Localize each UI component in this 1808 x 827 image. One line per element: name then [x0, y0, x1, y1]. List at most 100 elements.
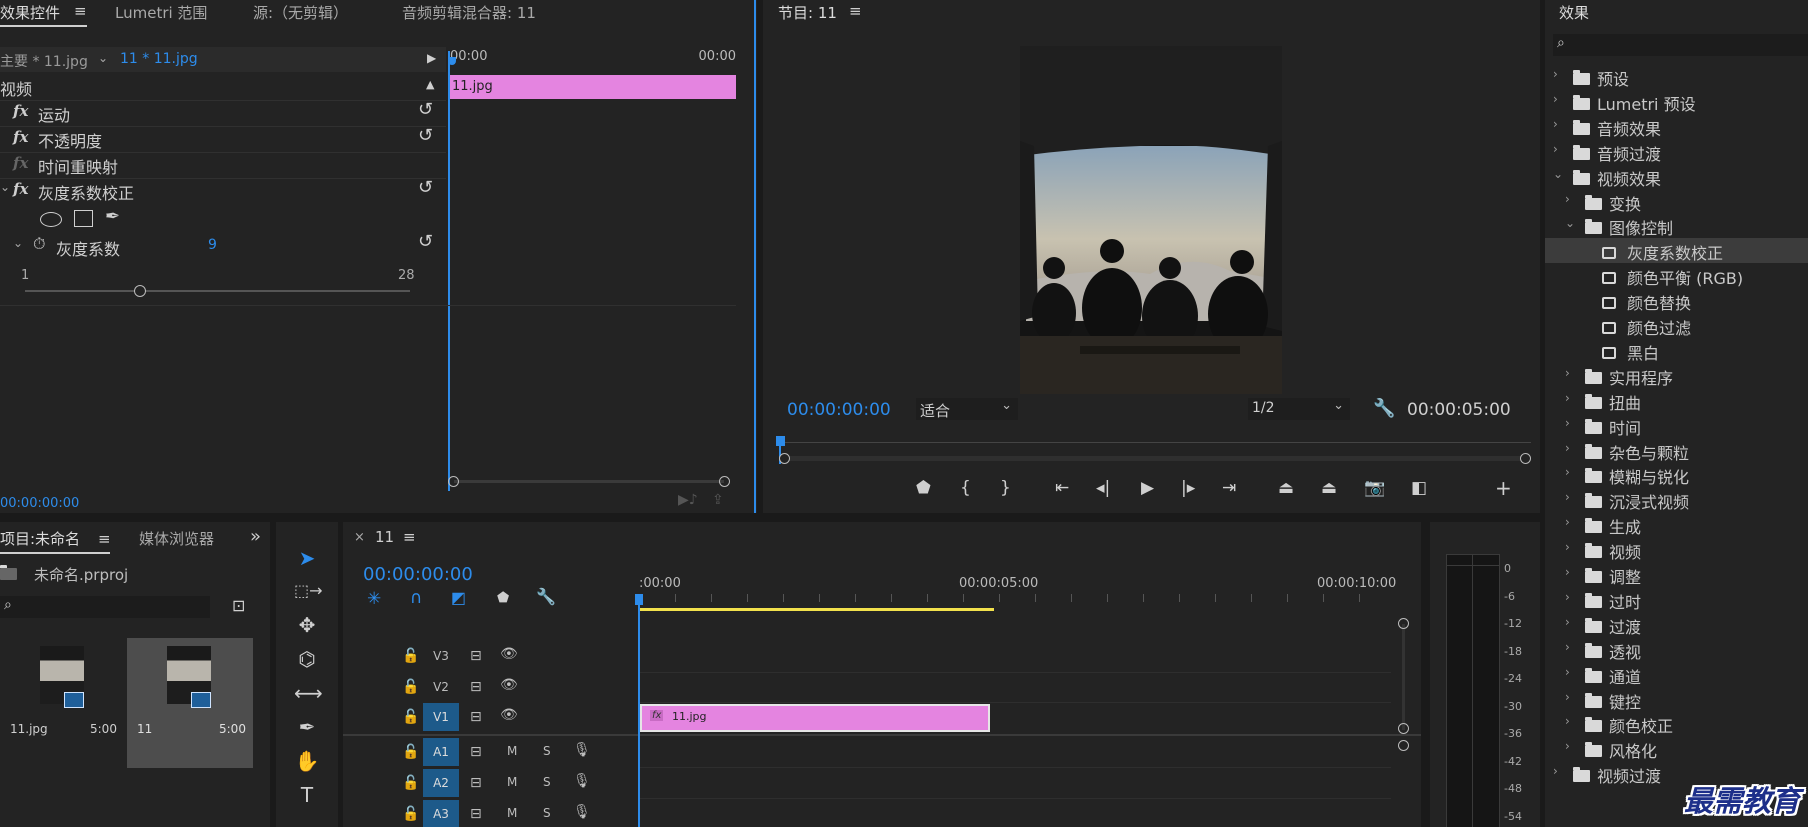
mute-button[interactable]: M	[507, 775, 517, 789]
chevron-right-icon[interactable]: ›	[1565, 441, 1570, 455]
effects-tree-item[interactable]: › 时间	[1545, 413, 1808, 438]
effect-gamma-correction[interactable]: 灰度系数校正	[38, 180, 134, 205]
project-search-input[interactable]: ⌕	[0, 596, 210, 618]
mute-button[interactable]: M	[507, 806, 517, 820]
fx-icon[interactable]: fx	[13, 128, 28, 146]
go-to-out-icon[interactable]: ⇥	[1222, 478, 1236, 498]
chevron-right-icon[interactable]: ›	[1565, 490, 1570, 504]
pen-mask-icon[interactable]: ✒	[105, 206, 120, 227]
track-v3[interactable]: V3	[423, 642, 459, 670]
selection-tool-icon[interactable]: ➤	[294, 545, 320, 571]
collapse-icon[interactable]: ▲	[426, 78, 434, 91]
nest-toggle-icon[interactable]: ✳	[367, 589, 381, 609]
ripple-edit-tool-icon[interactable]: ✥	[294, 612, 320, 638]
snap-magnet-icon[interactable]: ∩	[410, 588, 422, 608]
panel-menu-icon[interactable]: ≡	[403, 528, 416, 546]
panel-menu-icon[interactable]: ≡	[849, 2, 862, 20]
lock-icon[interactable]: 🔓	[402, 709, 419, 725]
effects-tree-item[interactable]: › 调整	[1545, 562, 1808, 587]
effects-tree-item[interactable]: 颜色替换	[1545, 288, 1808, 313]
gamma-slider-track[interactable]	[25, 290, 410, 292]
effects-tree-item[interactable]: › 实用程序	[1545, 363, 1808, 388]
sync-lock-icon[interactable]: ⊟	[470, 648, 482, 664]
solo-button[interactable]: S	[543, 775, 551, 789]
work-area-bar[interactable]	[639, 608, 994, 611]
track-select-tool-icon[interactable]: ⬚→	[294, 578, 323, 604]
effects-tree-item[interactable]: 灰度系数校正	[1545, 238, 1808, 264]
timeline-tab-title[interactable]: 11	[375, 528, 394, 546]
stopwatch-icon[interactable]: ⏱	[33, 234, 45, 254]
effects-tree-item[interactable]: › 视频	[1545, 537, 1808, 562]
effects-tree-item[interactable]: ⌄ 图像控制	[1545, 213, 1808, 238]
chevron-down-icon[interactable]: ⌄	[1553, 167, 1563, 181]
effects-tree-item[interactable]: 颜色平衡 (RGB)	[1545, 263, 1808, 288]
effect-time-remap[interactable]: 时间重映射	[38, 154, 118, 179]
track-v1[interactable]: V1	[423, 703, 459, 731]
tab-media-browser[interactable]: 媒体浏览器	[139, 528, 214, 549]
vertical-scrollbar[interactable]	[1398, 618, 1410, 827]
lift-icon[interactable]: ⏏	[1278, 478, 1294, 498]
solo-button[interactable]: S	[543, 744, 551, 758]
chevron-right-icon[interactable]: ›	[1565, 465, 1570, 479]
track-a1[interactable]: A1	[423, 738, 459, 766]
sequence-clip-label[interactable]: 11 * 11.jpg	[120, 51, 198, 67]
effects-tree-item[interactable]: › 杂色与颗粒	[1545, 438, 1808, 463]
param-gamma-value[interactable]: 9	[208, 237, 217, 253]
track-a3[interactable]: A3	[423, 800, 459, 827]
reset-icon[interactable]: ↺	[418, 231, 433, 252]
timeline-timecode[interactable]: 00:00:00:00	[363, 564, 473, 585]
chevron-right-icon[interactable]: ›	[1553, 764, 1558, 778]
add-button-icon[interactable]: +	[1495, 476, 1512, 500]
play-triangle-icon[interactable]: ▶	[427, 51, 436, 65]
resolution-dropdown[interactable]: 1/2 ⌄	[1248, 398, 1350, 420]
effects-tree-item[interactable]: › 透视	[1545, 637, 1808, 662]
microphone-icon[interactable]: 🎙	[573, 742, 591, 758]
chevron-right-icon[interactable]: ›	[1565, 690, 1570, 704]
pen-tool-icon[interactable]: ✒	[294, 714, 320, 740]
program-timecode[interactable]: 00:00:00:00	[787, 400, 891, 420]
panel-overflow-icon[interactable]: »	[250, 526, 261, 547]
horizontal-scrollbar[interactable]	[448, 476, 730, 487]
effects-tree-item[interactable]: › 音频过渡	[1545, 139, 1808, 164]
chevron-right-icon[interactable]: ›	[1565, 515, 1570, 529]
play-icon[interactable]: ▶	[1141, 478, 1154, 498]
wrench-icon[interactable]: 🔧	[536, 587, 556, 606]
effects-tree-item[interactable]: › 扭曲	[1545, 388, 1808, 413]
gamma-slider-handle[interactable]	[134, 285, 147, 297]
effects-tree-item[interactable]: › 过渡	[1545, 612, 1808, 637]
mute-button[interactable]: M	[507, 744, 517, 758]
timeline-playhead[interactable]	[638, 596, 640, 827]
extract-icon[interactable]: ⏏	[1321, 478, 1337, 498]
chevron-right-icon[interactable]: ›	[1565, 714, 1570, 728]
add-marker-icon[interactable]: ⬟	[497, 590, 509, 606]
project-item[interactable]: 11.jpg 5:00	[0, 638, 122, 758]
chevron-down-icon[interactable]: ⌄	[1565, 216, 1575, 230]
linked-selection-icon[interactable]: ◩	[451, 588, 466, 607]
tab-audio-clip-mixer[interactable]: 音频剪辑混合器: 11	[402, 2, 536, 23]
microphone-icon[interactable]: 🎙	[573, 773, 591, 789]
effects-tree-item[interactable]: › Lumetri 预设	[1545, 89, 1808, 114]
lock-icon[interactable]: 🔓	[402, 744, 419, 760]
chevron-right-icon[interactable]: ›	[1565, 565, 1570, 579]
effects-tree-item[interactable]: › 颜色校正	[1545, 711, 1808, 736]
effects-tree-item[interactable]: › 变换	[1545, 189, 1808, 214]
microphone-icon[interactable]: 🎙	[573, 804, 591, 820]
tab-effect-controls[interactable]: 效果控件	[0, 2, 60, 23]
new-bin-icon[interactable]: ⊡	[232, 596, 245, 615]
chevron-right-icon[interactable]: ›	[1565, 590, 1570, 604]
chevron-down-icon[interactable]: ⌄	[13, 236, 23, 250]
tab-project[interactable]: 项目:未命名	[0, 528, 80, 549]
track-v2[interactable]: V2	[423, 673, 459, 701]
effects-tree-item[interactable]: › 风格化	[1545, 736, 1808, 761]
chevron-right-icon[interactable]: ›	[1565, 540, 1570, 554]
effect-controls-timecode[interactable]: 00:00:00:00	[0, 496, 79, 511]
chevron-right-icon[interactable]: ›	[1553, 67, 1558, 81]
ellipse-mask-icon[interactable]	[40, 212, 62, 227]
sync-lock-icon[interactable]: ⊟	[470, 806, 482, 822]
lock-icon[interactable]: 🔓	[402, 648, 419, 664]
effects-tree-item[interactable]: › 音频效果	[1545, 114, 1808, 139]
timeline-ruler[interactable]: :00:00 00:00:05:00 00:00:10:00	[639, 572, 1396, 614]
master-clip-label[interactable]: 主要 * 11.jpg	[0, 51, 88, 71]
fit-dropdown[interactable]: 适合 ⌄	[916, 398, 1018, 420]
effects-tree-item[interactable]: 黑白	[1545, 338, 1808, 363]
